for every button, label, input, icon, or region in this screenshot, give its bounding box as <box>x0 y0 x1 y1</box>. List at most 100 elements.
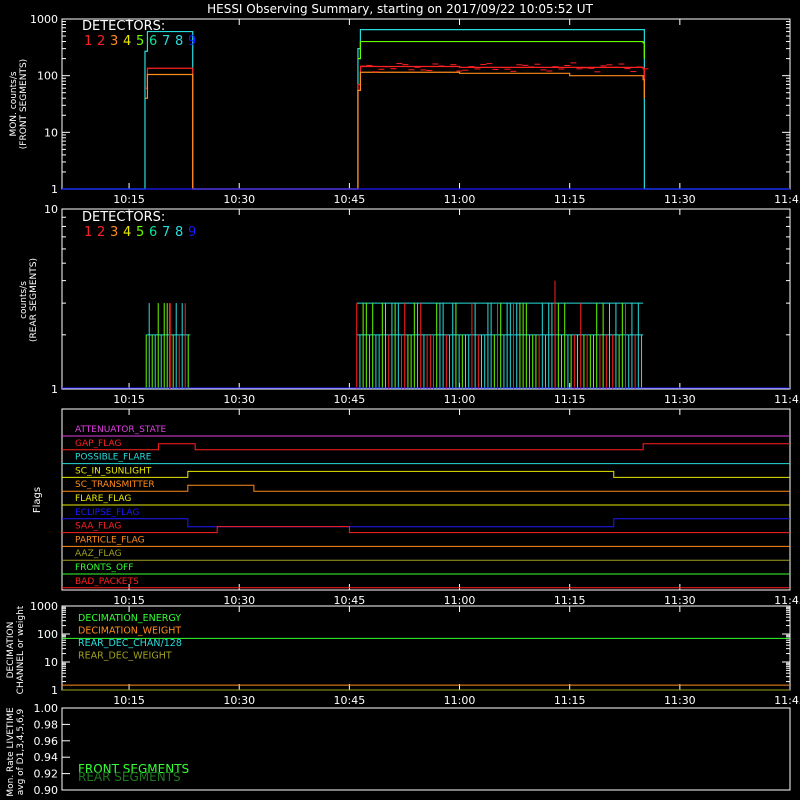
front-ytick-label: 100 <box>37 70 58 83</box>
flag-label: SAA_FLAG <box>75 522 121 532</box>
front-ytick-label: 1 <box>51 183 58 196</box>
front-legend-detector: 5 <box>136 34 144 49</box>
front-frame <box>61 18 791 190</box>
front-legend-detector: 1 <box>84 34 92 49</box>
decimation-xtick-label: 11:45 <box>774 694 800 707</box>
decimation-xtick-label: 11:30 <box>664 694 696 707</box>
decimation-xtick-label: 11:00 <box>444 694 476 707</box>
flag-label: SC_TRANSMITTER <box>75 480 155 490</box>
front-xtick-label: 11:30 <box>664 193 696 206</box>
decimation-ylabel: DECIMATION <box>6 622 16 679</box>
flag-label: ATTENUATOR_STATE <box>75 425 167 435</box>
rear-ylabel: (REAR SEGMENTS) <box>29 258 39 342</box>
livetime-ylabel: avg of D1,3,4,5,6,9 <box>16 708 26 795</box>
rear-legend-detector: 2 <box>97 225 105 240</box>
rear-legend-detector: 3 <box>110 225 118 240</box>
livetime-ytick-label: 0.96 <box>34 735 59 748</box>
flag-label: SC_IN_SUNLIGHT <box>75 466 152 476</box>
flags-ylabel: Flags <box>32 487 43 513</box>
decimation-legend: DECIMATION_ENERGY <box>78 613 181 624</box>
flag-trace <box>62 518 790 528</box>
decimation-xtick-label: 10:30 <box>223 694 255 707</box>
front-legend-title: DETECTORS: <box>82 19 165 34</box>
flag-line <box>62 470 790 478</box>
front-legend-detector: 4 <box>123 34 131 49</box>
front-legend-detector: 9 <box>188 34 196 49</box>
front-series-line <box>357 40 645 60</box>
rear-xtick-label: 10:45 <box>334 393 366 406</box>
flag-label: PARTICLE_FLAG <box>75 535 145 545</box>
flag-label: GAP_FLAG <box>75 439 121 449</box>
flag-line <box>62 526 790 534</box>
front-series-line <box>62 29 790 190</box>
front-legend-detector: 3 <box>110 34 118 49</box>
flag-label: POSSIBLE_FLARE <box>75 453 152 463</box>
front-ylabel: MON. counts/s <box>9 71 19 136</box>
front-ytick-label: 1000 <box>30 13 58 26</box>
rear-legend-title: DETECTORS: <box>82 210 165 225</box>
livetime-ytick-label: 0.94 <box>34 751 59 764</box>
flags-xtick-label: 11:15 <box>554 594 586 607</box>
rear-ylabel: counts/s <box>19 281 29 319</box>
flag-label: BAD_PACKETS <box>75 577 139 587</box>
flags-xtick-label: 11:30 <box>664 594 696 607</box>
chart-title: HESSI Observing Summary, starting on 201… <box>207 2 593 16</box>
rear-ytick-label: 1 <box>51 383 58 396</box>
front-ytick-label: 10 <box>44 126 58 139</box>
flag-trace <box>62 443 790 451</box>
decimation-xtick-label: 10:45 <box>334 694 366 707</box>
flag-line <box>62 443 790 451</box>
front-xtick-label: 10:30 <box>223 193 255 206</box>
rear-legend-detector: 6 <box>149 225 157 240</box>
front-legend-detector: 2 <box>97 34 105 49</box>
flags-xtick-label: 10:30 <box>223 594 255 607</box>
rear-xtick-label: 10:30 <box>223 393 255 406</box>
flags-xtick-label: 11:45 <box>774 594 800 607</box>
flag-label: FLARE_FLAG <box>75 494 131 504</box>
flag-label: FRONTS_OFF <box>75 563 133 573</box>
decimation-xtick-label: 11:15 <box>554 694 586 707</box>
flag-trace <box>62 526 790 534</box>
decimation-ytick-label: 100 <box>37 628 58 641</box>
rear-ytick-label: 10 <box>44 203 58 216</box>
front-xtick-label: 10:15 <box>113 193 145 206</box>
livetime-legend: REAR SEGMENTS <box>78 770 181 784</box>
decimation-ytick-label: 1000 <box>30 600 58 613</box>
rear-xtick-label: 11:30 <box>664 393 696 406</box>
front-legend-detector: 8 <box>175 34 183 49</box>
decimation-ytick-label: 1 <box>51 684 58 697</box>
decimation-legend: REAR_DEC_WEIGHT <box>78 651 172 662</box>
decimation-legend: DECIMATION_WEIGHT <box>78 626 181 637</box>
hessi-summary-chart: HESSI Observing Summary, starting on 201… <box>6 2 800 797</box>
rear-legend-detector: 1 <box>84 225 92 240</box>
livetime-ylabel: Mon. Rate LIVETIME <box>6 707 16 797</box>
rear-counts <box>145 280 644 389</box>
front-series-line <box>144 71 645 190</box>
decimation-xtick-label: 10:15 <box>113 694 145 707</box>
rear-legend-detector: 5 <box>136 225 144 240</box>
front-legend-detector: 7 <box>162 34 170 49</box>
flag-line <box>62 518 790 528</box>
flag-trace <box>62 484 790 492</box>
flag-line <box>62 484 790 492</box>
rear-xtick-label: 10:15 <box>113 393 145 406</box>
flags-xtick-label: 10:15 <box>113 594 145 607</box>
decimation-legend: REAR_DEC_CHAN/128 <box>78 638 182 649</box>
front-xtick-label: 11:45 <box>774 193 800 206</box>
rear-legend-detector: 9 <box>188 225 196 240</box>
front-xtick-label: 10:45 <box>334 193 366 206</box>
rear-legend-detector: 8 <box>175 225 183 240</box>
flags-xtick-label: 11:00 <box>444 594 476 607</box>
rear-xtick-label: 11:45 <box>774 393 800 406</box>
flag-label: ECLIPSE_FLAG <box>75 508 139 518</box>
rear-xtick-label: 11:15 <box>554 393 586 406</box>
flag-label: AAZ_FLAG <box>75 549 122 559</box>
decimation-ytick-label: 10 <box>44 656 58 669</box>
rear-legend-detector: 7 <box>162 225 170 240</box>
rear-frame <box>61 208 791 390</box>
flags-xtick-label: 10:45 <box>334 594 366 607</box>
front-series-line <box>144 65 645 190</box>
front-ylabel: (FRONT SEGMENTS) <box>19 59 29 149</box>
livetime-ytick-label: 0.92 <box>34 768 59 781</box>
livetime-ytick-label: 0.90 <box>34 784 59 797</box>
